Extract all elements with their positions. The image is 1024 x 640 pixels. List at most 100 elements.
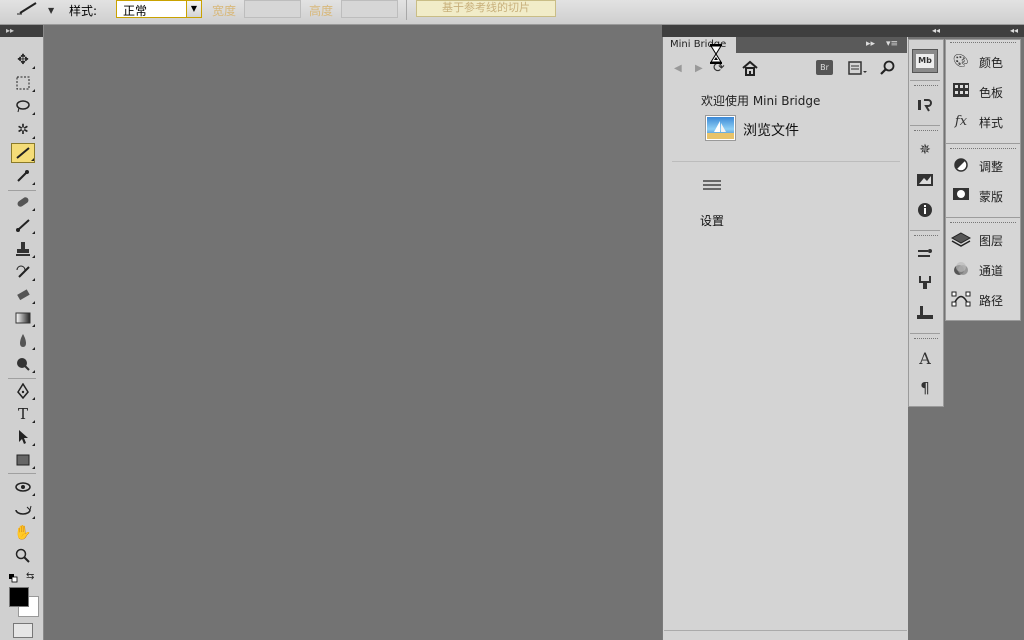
info-icon[interactable] [912,198,938,222]
expand-panels-icon[interactable]: ◂◂ [1010,26,1018,35]
tab-mini-bridge[interactable]: Mini Bridge [666,37,736,53]
divider [945,143,1020,144]
view-menu-icon[interactable] [848,60,868,80]
healing-icon[interactable] [11,192,35,212]
height-input[interactable] [341,0,398,18]
pen-icon[interactable] [11,381,35,401]
panel-grip [950,222,1016,224]
chevron-down-icon[interactable]: ▼ [186,1,201,17]
3d-rotate-icon[interactable] [11,477,35,497]
blur-icon[interactable] [11,331,35,351]
settings-link[interactable]: 设置 [700,212,724,229]
slice-icon[interactable] [11,143,35,163]
palette-icon: 🎨︎ [952,54,970,69]
swatches-grid-icon [951,83,971,101]
browse-files-icon[interactable] [706,116,735,140]
divider [8,473,36,474]
lasso-icon[interactable] [11,96,35,116]
stamp-icon[interactable] [11,239,35,259]
mini-bridge-icon[interactable]: Mb [912,49,938,73]
move-icon[interactable]: ✥ [11,50,35,70]
home-icon[interactable] [741,60,759,80]
back-arrow-icon[interactable]: ◀ [674,63,682,74]
panel-menu-icon[interactable]: ▾≡ [886,39,898,49]
width-input[interactable] [244,0,301,18]
toolbar-collapse-icon[interactable]: ▸▸ [0,25,43,37]
bridge-launch-button[interactable]: Br [816,60,833,75]
3d-orbit-icon[interactable] [11,500,35,520]
zoom-icon[interactable] [11,546,35,566]
divider [672,161,900,162]
history-brush-icon[interactable] [11,262,35,282]
styles-panel-tab[interactable]: fx 样式 [951,111,1017,133]
panel-grip [950,148,1016,150]
rectangle-icon[interactable] [11,450,35,470]
history-icon[interactable] [912,93,938,117]
divider [910,125,940,126]
path-select-icon[interactable] [11,427,35,447]
panel-grip [914,235,938,237]
swap-colors-icon[interactable]: ⇆ [26,571,34,582]
layers-panel-tab[interactable]: 图层 [950,229,1017,251]
panel-grip [914,130,938,132]
slices-from-guides-button[interactable]: 基于参考线的切片 [416,0,556,17]
panel-grip [914,85,938,87]
search-icon[interactable] [880,60,896,80]
paths-panel-tab[interactable]: 路径 [951,289,1017,311]
layers-icon [950,231,972,249]
dock-header [662,25,907,37]
marquee-icon[interactable] [11,73,35,93]
mask-icon [951,187,971,205]
brush-icon[interactable] [11,215,35,235]
masks-panel-tab[interactable]: 蒙版 [951,185,1017,207]
swatches-panel-tab[interactable]: 色板 [951,81,1017,103]
canvas-area[interactable] [43,25,662,640]
hourglass-cursor-icon [710,44,722,64]
paths-icon [951,291,971,309]
style-select-value: 正常 [123,4,148,18]
default-colors-icon[interactable] [9,572,18,583]
dodge-icon[interactable] [11,354,35,374]
quick-select-icon[interactable]: ✲ [11,120,35,140]
hand-icon[interactable]: ✋ [11,523,35,543]
forward-arrow-icon[interactable]: ▶ [695,63,703,74]
panel-tab-strip [736,37,907,53]
eraser-icon[interactable] [11,285,35,305]
tool-preset-picker[interactable]: ▼ [14,0,58,18]
type-icon[interactable]: T [11,404,35,424]
chevron-down-icon: ▼ [48,6,55,15]
collapse-panel-icon[interactable]: ▸▸ [866,39,875,49]
panel-grip [914,338,938,340]
style-select[interactable]: 正常 ▼ [116,0,202,18]
paths-panel-label: 路径 [979,294,1004,308]
brush-presets-icon[interactable] [912,242,938,266]
channels-icon [951,261,971,279]
channels-panel-label: 通道 [979,264,1004,278]
foreground-color-swatch[interactable] [9,587,29,607]
color-panel-tab[interactable]: 🎨︎ 颜色 [951,51,1017,73]
height-label: 高度 [309,4,334,18]
paragraph-icon[interactable]: ¶ [912,376,938,400]
gradient-icon[interactable] [11,308,35,328]
character-icon[interactable]: A [912,346,938,370]
divider [910,230,940,231]
adjustments-panel-tab[interactable]: 调整 [951,155,1017,177]
tool-presets-icon[interactable] [912,301,938,325]
channels-panel-tab[interactable]: 通道 [951,259,1017,281]
divider [664,630,907,631]
navigator-icon[interactable]: ✵ [912,138,938,162]
divider [406,0,407,20]
expand-panels-icon[interactable]: ◂◂ [932,26,940,35]
histogram-icon[interactable] [912,168,938,192]
settings-icon[interactable] [703,178,721,194]
browse-files-link[interactable]: 浏览文件 [743,120,799,140]
options-bar: ▼ 样式: 正常 ▼ 宽度 高度 基于参考线的切片 [0,0,1024,25]
welcome-text: 欢迎使用 Mini Bridge [701,94,821,108]
style-label: 样式: [69,4,98,18]
adjustments-panel-label: 调整 [979,160,1004,174]
eyedropper-icon[interactable] [11,166,35,186]
dock-header [907,25,1024,37]
clone-source-icon[interactable] [912,271,938,295]
quick-mask-icon[interactable] [13,623,33,638]
panel-grip [950,42,1016,44]
